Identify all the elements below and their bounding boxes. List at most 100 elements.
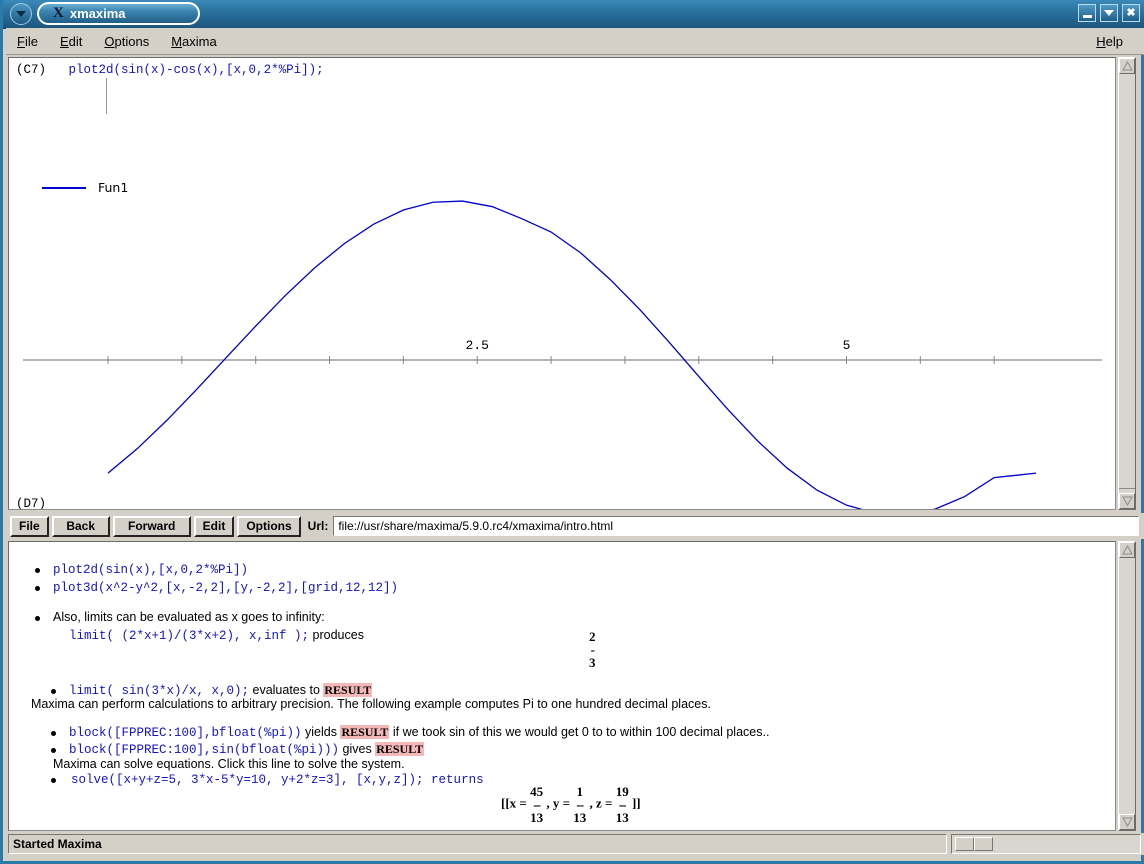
close-icon: ✖ xyxy=(1126,6,1136,19)
result-badge[interactable]: RESULT xyxy=(340,725,390,739)
fraction-denominator: 13 xyxy=(530,810,544,825)
help-scroll-down-button[interactable] xyxy=(1119,814,1135,830)
menu-maxima-label-rest: axima xyxy=(182,33,217,49)
menu-edit[interactable]: Edit xyxy=(49,32,93,51)
browser-edit-button[interactable]: Edit xyxy=(193,515,235,537)
list-item[interactable]: solve([x+y+z=5, 3*x-5*y=10, y+2*z=3], [x… xyxy=(51,772,484,787)
status-bar: Started Maxima xyxy=(6,833,1144,855)
window-menu-button[interactable] xyxy=(10,3,32,25)
console-scroll-down-button[interactable] xyxy=(1119,493,1135,509)
status-indicator-2 xyxy=(974,837,993,851)
solve-result-expression: [[x = 45 -- 13 , y = 1 -- 13 , z = 19 --… xyxy=(501,785,641,824)
help-code-plot3d[interactable]: plot3d(x^2-y^2,[x,-2,2],[y,-2,2],[grid,1… xyxy=(53,581,398,595)
help-code-solve[interactable]: solve([x+y+z=5, 3*x-5*y=10, y+2*z=3], [x… xyxy=(71,773,484,787)
bullet-icon xyxy=(51,689,56,694)
help-browser-pane[interactable]: plot2d(sin(x),[x,0,2*%Pi]) plot3d(x^2-y^… xyxy=(8,541,1116,831)
fraction-two-thirds: 2 - 3 xyxy=(589,630,596,669)
help-text-yields-tail: if we took sin of this we would get 0 to… xyxy=(389,725,770,739)
console-scroll-thumb[interactable] xyxy=(1119,488,1135,492)
status-indicator-group xyxy=(951,834,1141,854)
x-app-icon: X xyxy=(53,5,64,21)
x-axis-tick-labels: 2.5 5 xyxy=(466,338,851,353)
function-curve xyxy=(107,200,1037,509)
help-code-plot2d[interactable]: plot2d(sin(x),[x,0,2*%Pi]) xyxy=(53,563,248,577)
scroll-down-icon xyxy=(1121,496,1133,506)
chevron-down-icon xyxy=(16,11,26,17)
help-code-limit-inf[interactable]: limit( (2*x+1)/(3*x+2), x,inf ); xyxy=(69,629,309,643)
help-text-evaluates: evaluates to xyxy=(249,683,324,697)
menu-edit-label-rest: dit xyxy=(68,33,83,49)
browser-file-button[interactable]: File xyxy=(10,515,49,537)
solve-y-lead: , y = xyxy=(546,795,570,811)
list-item[interactable]: plot2d(sin(x),[x,0,2*%Pi]) xyxy=(35,562,248,577)
maximize-button[interactable] xyxy=(1100,4,1118,22)
fraction: 1 -- 13 xyxy=(573,785,586,824)
title-bar: X xmaxima ✖ xyxy=(3,0,1144,29)
result-badge[interactable]: RESULT xyxy=(323,683,373,697)
fraction-denominator: 13 xyxy=(615,810,629,825)
scroll-down-icon xyxy=(1121,817,1133,827)
browser-forward-button[interactable]: Forward xyxy=(112,515,191,537)
scroll-up-icon xyxy=(1121,545,1133,555)
list-item[interactable]: plot3d(x^2-y^2,[x,-2,2],[y,-2,2],[grid,1… xyxy=(35,580,398,595)
list-item: Also, limits can be evaluated as x goes … xyxy=(35,610,325,624)
xmaxima-window: X xmaxima ✖ File Edit Options Maxima Hel… xyxy=(0,0,1144,864)
x-axis-tick-label: 2.5 xyxy=(466,338,489,353)
result-badge[interactable]: RESULT xyxy=(375,742,425,756)
url-input[interactable]: file://usr/share/maxima/5.9.0.rc4/xmaxim… xyxy=(333,516,1139,536)
help-code-bfloat-pi[interactable]: block([FPPREC:100],bfloat(%pi)) xyxy=(69,726,302,740)
bullet-icon xyxy=(35,568,40,573)
solve-close-bracket: ]] xyxy=(631,795,641,811)
fraction: 2 - 3 xyxy=(589,630,596,669)
console-vertical-scrollbar[interactable] xyxy=(1118,57,1136,510)
help-text-gives: gives xyxy=(339,742,376,756)
bullet-icon xyxy=(51,778,56,783)
maxima-console[interactable]: (C7) plot2d(sin(x)-cos(x),[x,0,2*%Pi]); … xyxy=(8,57,1116,510)
help-text-limits: Also, limits can be evaluated as x goes … xyxy=(53,610,325,624)
console-next-prompt: (D7) xyxy=(16,497,47,510)
list-item[interactable]: block([FPPREC:100],sin(bfloat(%pi))) giv… xyxy=(51,742,425,757)
solve-z-lead: , z = xyxy=(589,795,613,811)
help-text-yields: yields xyxy=(301,725,341,739)
status-indicator-1 xyxy=(955,837,974,851)
help-text-precision: Maxima can perform calculations to arbit… xyxy=(31,697,711,711)
minimize-button[interactable] xyxy=(1078,4,1096,22)
bullet-icon xyxy=(51,731,56,736)
fraction-denominator: 3 xyxy=(589,655,596,670)
minimize-icon xyxy=(1082,14,1092,18)
close-button[interactable]: ✖ xyxy=(1122,4,1140,22)
status-message: Started Maxima xyxy=(8,834,947,854)
solve-open-bracket: [[x = xyxy=(501,795,527,811)
menu-help[interactable]: Help xyxy=(1085,32,1134,51)
console-scroll-up-button[interactable] xyxy=(1119,58,1135,74)
menu-maxima[interactable]: Maxima xyxy=(160,32,228,51)
menu-options[interactable]: Options xyxy=(93,32,160,51)
help-text-produces: produces xyxy=(309,628,364,642)
help-vertical-scrollbar[interactable] xyxy=(1118,541,1136,831)
menu-options-label-rest: ptions xyxy=(114,33,150,49)
browser-back-button[interactable]: Back xyxy=(51,515,110,537)
browser-toolbar: File Back Forward Edit Options Url: file… xyxy=(6,513,1144,539)
list-item[interactable]: limit( (2*x+1)/(3*x+2), x,inf ); produce… xyxy=(69,628,364,643)
plot-canvas: 2.5 5 xyxy=(23,200,1102,509)
bullet-icon xyxy=(35,586,40,591)
menu-bar: File Edit Options Maxima Help xyxy=(6,28,1144,55)
menu-help-label-rest: elp xyxy=(1105,33,1123,49)
scroll-up-icon xyxy=(1121,61,1133,71)
list-item[interactable]: block([FPPREC:100],bfloat(%pi)) yields R… xyxy=(51,725,770,740)
help-text-solve-note[interactable]: Maxima can solve equations. Click this l… xyxy=(53,757,405,771)
fraction-denominator: 13 xyxy=(573,810,587,825)
help-scroll-up-button[interactable] xyxy=(1119,542,1135,558)
bullet-icon xyxy=(35,616,40,621)
help-code-limit-sin3x[interactable]: limit( sin(3*x)/x, x,0); xyxy=(69,684,249,698)
list-item[interactable]: limit( sin(3*x)/x, x,0); evaluates to RE… xyxy=(51,683,373,698)
menu-file[interactable]: File xyxy=(6,32,49,51)
maximize-icon xyxy=(1104,10,1114,16)
fraction: 45 -- 13 xyxy=(530,785,543,824)
x-axis-tick-label: 5 xyxy=(843,338,851,353)
help-code-sin-bfloat-pi[interactable]: block([FPPREC:100],sin(bfloat(%pi))) xyxy=(69,743,339,757)
fraction: 19 -- 13 xyxy=(616,785,629,824)
browser-options-button[interactable]: Options xyxy=(237,515,301,537)
window-title-tab[interactable]: X xmaxima xyxy=(37,2,200,25)
bullet-icon xyxy=(51,748,56,753)
